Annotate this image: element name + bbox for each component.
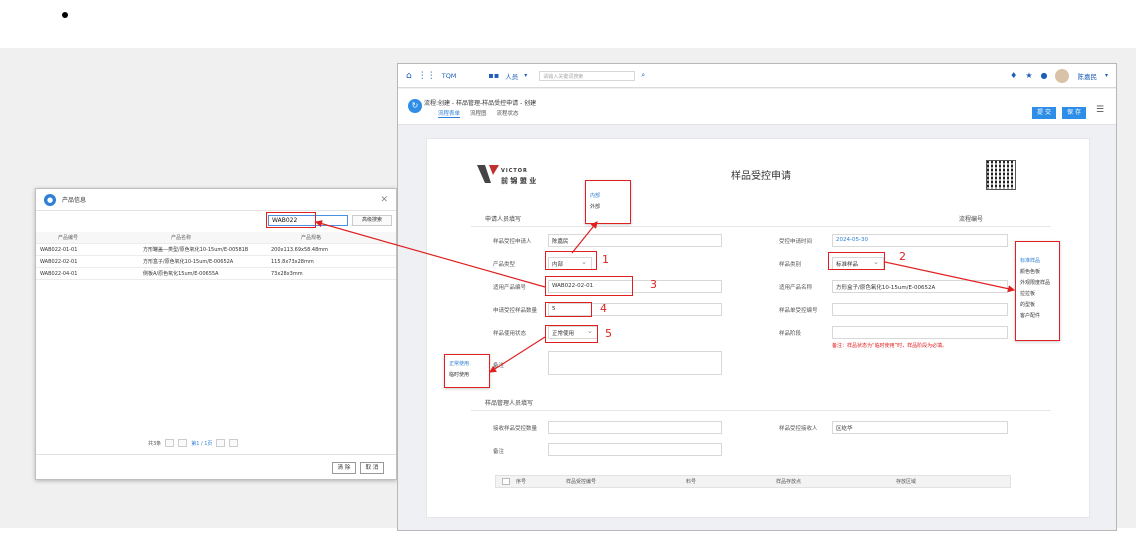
annotation-arrows xyxy=(314,220,1016,373)
arrow-1 xyxy=(571,221,598,254)
arrow-2 xyxy=(884,261,1016,293)
arrow-3 xyxy=(314,220,546,288)
arrow-5 xyxy=(488,336,546,373)
